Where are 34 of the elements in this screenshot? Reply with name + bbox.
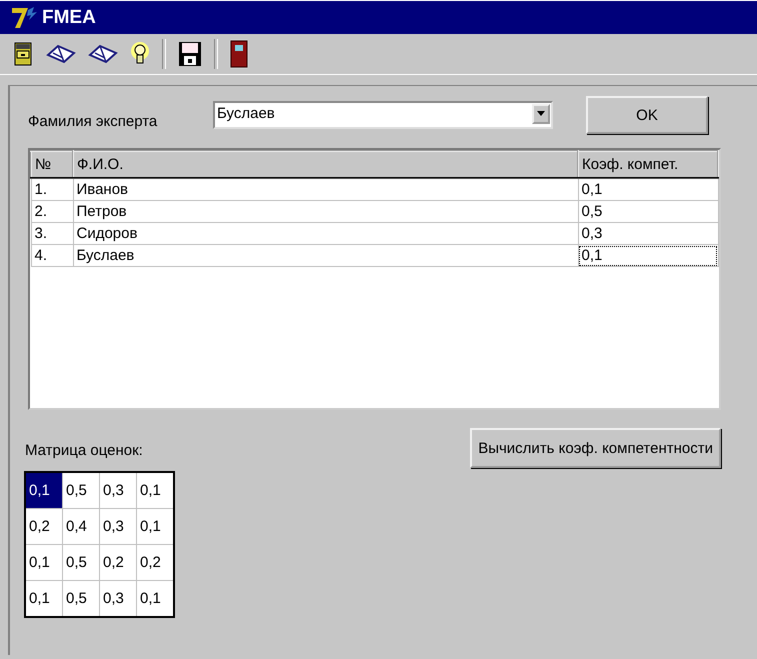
- table-cell[interactable]: Сидоров: [73, 222, 578, 244]
- compute-button[interactable]: Вычислить коэф. компетентности: [470, 428, 721, 468]
- door-icon[interactable]: [230, 40, 248, 68]
- expert-label: Фамилия эксперта: [28, 112, 158, 130]
- column-header[interactable]: №: [31, 151, 73, 178]
- app-logo-icon: [10, 6, 40, 30]
- window-title: FMEA: [42, 6, 96, 28]
- table-cell[interactable]: 0,5: [578, 200, 718, 222]
- table-cell[interactable]: 0,3: [578, 222, 718, 244]
- ok-button[interactable]: OK: [586, 96, 708, 134]
- table-cell[interactable]: 2.: [31, 200, 73, 222]
- save-icon[interactable]: [178, 41, 202, 67]
- table-cell[interactable]: 0,1: [578, 244, 718, 266]
- matrix-label: Матрица оценок:: [25, 442, 144, 459]
- matrix-cell[interactable]: 0,5: [62, 472, 100, 508]
- column-header[interactable]: Ф.И.О.: [73, 151, 578, 178]
- matrix-cell[interactable]: 0,3: [100, 472, 136, 508]
- matrix-cell[interactable]: 0,5: [62, 544, 100, 580]
- matrix-cell[interactable]: 0,1: [25, 472, 62, 508]
- matrix-cell[interactable]: 0,4: [62, 508, 100, 544]
- matrix-cell[interactable]: 0,3: [100, 508, 136, 544]
- table-cell[interactable]: 4.: [31, 244, 73, 266]
- table-cell[interactable]: 0,1: [578, 178, 718, 200]
- table-cell[interactable]: Петров: [73, 200, 578, 222]
- table-cell[interactable]: Буслаев: [73, 244, 578, 266]
- matrix-cell[interactable]: 0,2: [100, 544, 136, 580]
- column-header[interactable]: Коэф. компет.: [578, 151, 718, 178]
- table-cell[interactable]: 1.: [31, 178, 73, 200]
- matrix-cell[interactable]: 0,2: [25, 508, 62, 544]
- table-cell[interactable]: Иванов: [73, 178, 578, 200]
- table-cell[interactable]: 3.: [31, 222, 73, 244]
- expert-combo-box[interactable]: Буслаев: [213, 101, 553, 129]
- matrix-cell[interactable]: 0,1: [25, 544, 62, 580]
- cabinet-icon[interactable]: [12, 41, 34, 67]
